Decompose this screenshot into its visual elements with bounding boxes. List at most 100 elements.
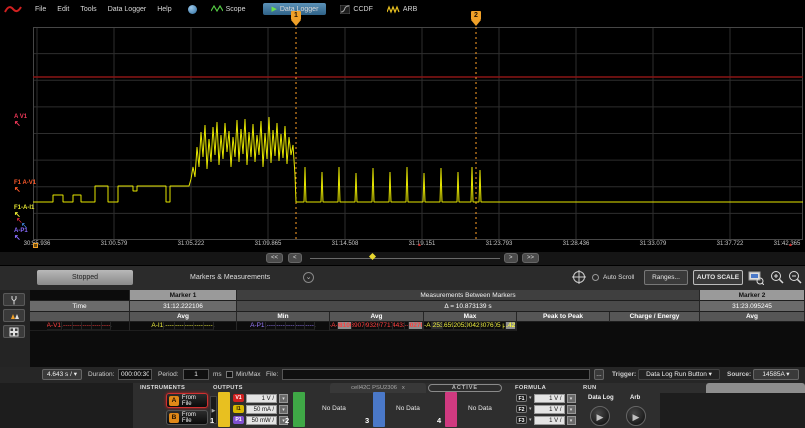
menu-bar: File Edit Tools Data Logger Help Scope ▶… xyxy=(0,0,805,18)
menu-data-logger[interactable]: Data Logger xyxy=(108,6,147,13)
collapsed-panel[interactable] xyxy=(706,383,805,393)
f3-scale-value[interactable]: 1 V / xyxy=(534,416,565,425)
auto-scale-button[interactable]: AUTO SCALE xyxy=(693,270,743,285)
table-cell xyxy=(30,312,130,322)
f2-scale-dropdown[interactable]: ▾ xyxy=(567,405,576,414)
scroll-first-button[interactable]: << xyxy=(266,253,283,263)
data-log-run-label: Data Log xyxy=(588,395,614,401)
output-p1-row: P1 50 mW / ▾ xyxy=(233,415,288,425)
instrument-b-button[interactable]: B From File xyxy=(166,410,208,425)
crosshair-icon[interactable] xyxy=(572,270,586,284)
marker-number: 2 xyxy=(471,11,481,20)
delta-value: Δ = 10.873139 s xyxy=(237,301,700,312)
keysight-logo-icon xyxy=(3,2,25,16)
tab-ccdf[interactable]: CCDF xyxy=(340,5,372,14)
p1-scale-value[interactable]: 50 mW / xyxy=(246,416,277,425)
table-cell: 1.922053 mA xyxy=(454,322,467,330)
f3-badge[interactable]: F3 xyxy=(516,416,527,424)
f3-scale-dropdown[interactable]: ▾ xyxy=(567,416,576,425)
f2-badge[interactable]: F2 xyxy=(516,405,527,413)
grid-view-button[interactable] xyxy=(3,325,25,338)
auto-scroll-toggle[interactable] xyxy=(592,274,599,281)
measurement-setup-button[interactable] xyxy=(3,293,25,306)
channel-1-bar xyxy=(218,392,230,427)
table-cell xyxy=(111,326,112,327)
tab-close-icon[interactable]: x xyxy=(402,385,405,391)
table-row: A-P1 ---- ---- ---- ---- ---- xyxy=(237,322,330,331)
tab-arb[interactable]: ARB xyxy=(387,5,417,14)
menu-help[interactable]: Help xyxy=(157,6,171,13)
scroll-track[interactable] xyxy=(310,258,500,259)
chart-toolbar: Stopped Markers & Measurements ⌄ Auto Sc… xyxy=(0,265,805,290)
tab-scope[interactable]: Scope xyxy=(211,5,246,13)
table-icon-rail xyxy=(0,290,30,367)
arb-play-button[interactable]: ▶ xyxy=(626,406,646,426)
axis-marker-red-2: ▲ xyxy=(788,242,793,248)
marker-flag-1[interactable]: 1 xyxy=(291,11,301,26)
f1-scale-value[interactable]: 1 V / xyxy=(534,394,565,403)
zoom-out-icon[interactable] xyxy=(788,270,802,285)
period-field[interactable] xyxy=(183,369,209,380)
info-ball-icon[interactable] xyxy=(188,5,197,14)
file-browse-button[interactable]: ... xyxy=(594,369,604,380)
x-axis: 30:55.93631:00.57931:05.22231:09.86531:1… xyxy=(0,241,805,251)
scope-waveform-icon xyxy=(211,5,223,13)
strip-chart-plot[interactable] xyxy=(33,27,803,240)
scroll-next-button[interactable]: > xyxy=(504,253,518,263)
table-cell: ---- xyxy=(73,322,83,330)
subheader-charge: Charge / Energy xyxy=(610,312,700,322)
v1-scale-dropdown[interactable]: ▾ xyxy=(279,394,288,403)
chart-area[interactable]: 12A V1↖F1 A-V1↖F1-A-I1↖A-P1↖ 30:55.93631… xyxy=(0,18,805,258)
source-dropdown[interactable]: 14585A ▾ xyxy=(753,369,799,380)
minmax-checkbox[interactable] xyxy=(226,371,233,378)
trigger-dropdown[interactable]: Data Log Run Button ▾ xyxy=(638,369,720,380)
chevron-down-icon: ▾ xyxy=(529,417,532,423)
menu-edit[interactable]: Edit xyxy=(57,6,69,13)
table-row: A-V1 ---- ---- ---- ---- ---- xyxy=(30,322,130,331)
instrument-b-badge: B xyxy=(169,413,179,423)
screen-copy-icon[interactable] xyxy=(748,270,764,285)
marker-flag-2[interactable]: 2 xyxy=(471,11,481,26)
ranges-button[interactable]: Ranges... xyxy=(644,270,688,285)
status-badge-stopped: Stopped xyxy=(37,270,133,285)
time-header: Time xyxy=(30,301,130,312)
subheader-min: Min xyxy=(237,312,330,322)
f2-scale-value[interactable]: 1 V / xyxy=(534,405,565,414)
table-row: A-I1 ---- ---- ---- ---- ---- xyxy=(130,322,237,331)
i1-scale-dropdown[interactable]: ▾ xyxy=(279,405,288,414)
instrument-a-button[interactable]: A From File xyxy=(166,393,208,408)
f1-badge[interactable]: F1 xyxy=(516,394,527,402)
menu-tools[interactable]: Tools xyxy=(80,6,96,13)
table-cell: ---- xyxy=(185,322,195,330)
duration-field[interactable] xyxy=(118,369,152,380)
chevron-down-icon: ▾ xyxy=(529,395,532,401)
menu-file[interactable]: File xyxy=(35,6,46,13)
marker-number: 1 xyxy=(291,11,301,20)
f1-scale-dropdown[interactable]: ▾ xyxy=(567,394,576,403)
v1-scale-value[interactable]: 1 V / xyxy=(246,394,277,403)
time-scrollbar: << < > >> xyxy=(0,252,805,265)
scroll-prev-button[interactable]: < xyxy=(288,253,302,263)
channel-label-a-v1[interactable]: A V1↖ xyxy=(14,114,27,127)
scroll-last-button[interactable]: >> xyxy=(522,253,539,263)
data-log-play-button[interactable]: ▶ xyxy=(590,406,610,426)
sample-rate-dropdown[interactable]: 4.643 s / ▾ xyxy=(42,369,82,380)
zoom-in-icon[interactable] xyxy=(770,270,784,285)
view-mode-dropdown[interactable]: ⌄ xyxy=(303,272,314,283)
table-cell: ---- xyxy=(267,322,277,330)
axis-marker-origin[interactable] xyxy=(33,243,38,248)
i1-scale-value[interactable]: 50 mA / xyxy=(246,405,277,414)
table-cell: ---- xyxy=(204,322,214,330)
play-icon: ▶ xyxy=(271,5,276,13)
v1-badge: V1 xyxy=(233,394,244,402)
file-field[interactable] xyxy=(282,369,590,380)
table-cell: 5.805 µA h xyxy=(495,322,506,330)
channel-label-f1-a-v1[interactable]: F1 A-V1↖ xyxy=(14,180,36,193)
active-tab[interactable]: ACTIVE xyxy=(428,384,502,392)
instruments-header: INSTRUMENTS xyxy=(140,385,185,391)
i1-badge: I1 xyxy=(233,405,244,413)
markers-button[interactable] xyxy=(3,309,25,322)
channel-3-no-data: No Data xyxy=(396,405,420,412)
marker-arrow-icon xyxy=(291,20,301,26)
table-cell: ---- xyxy=(165,322,175,330)
